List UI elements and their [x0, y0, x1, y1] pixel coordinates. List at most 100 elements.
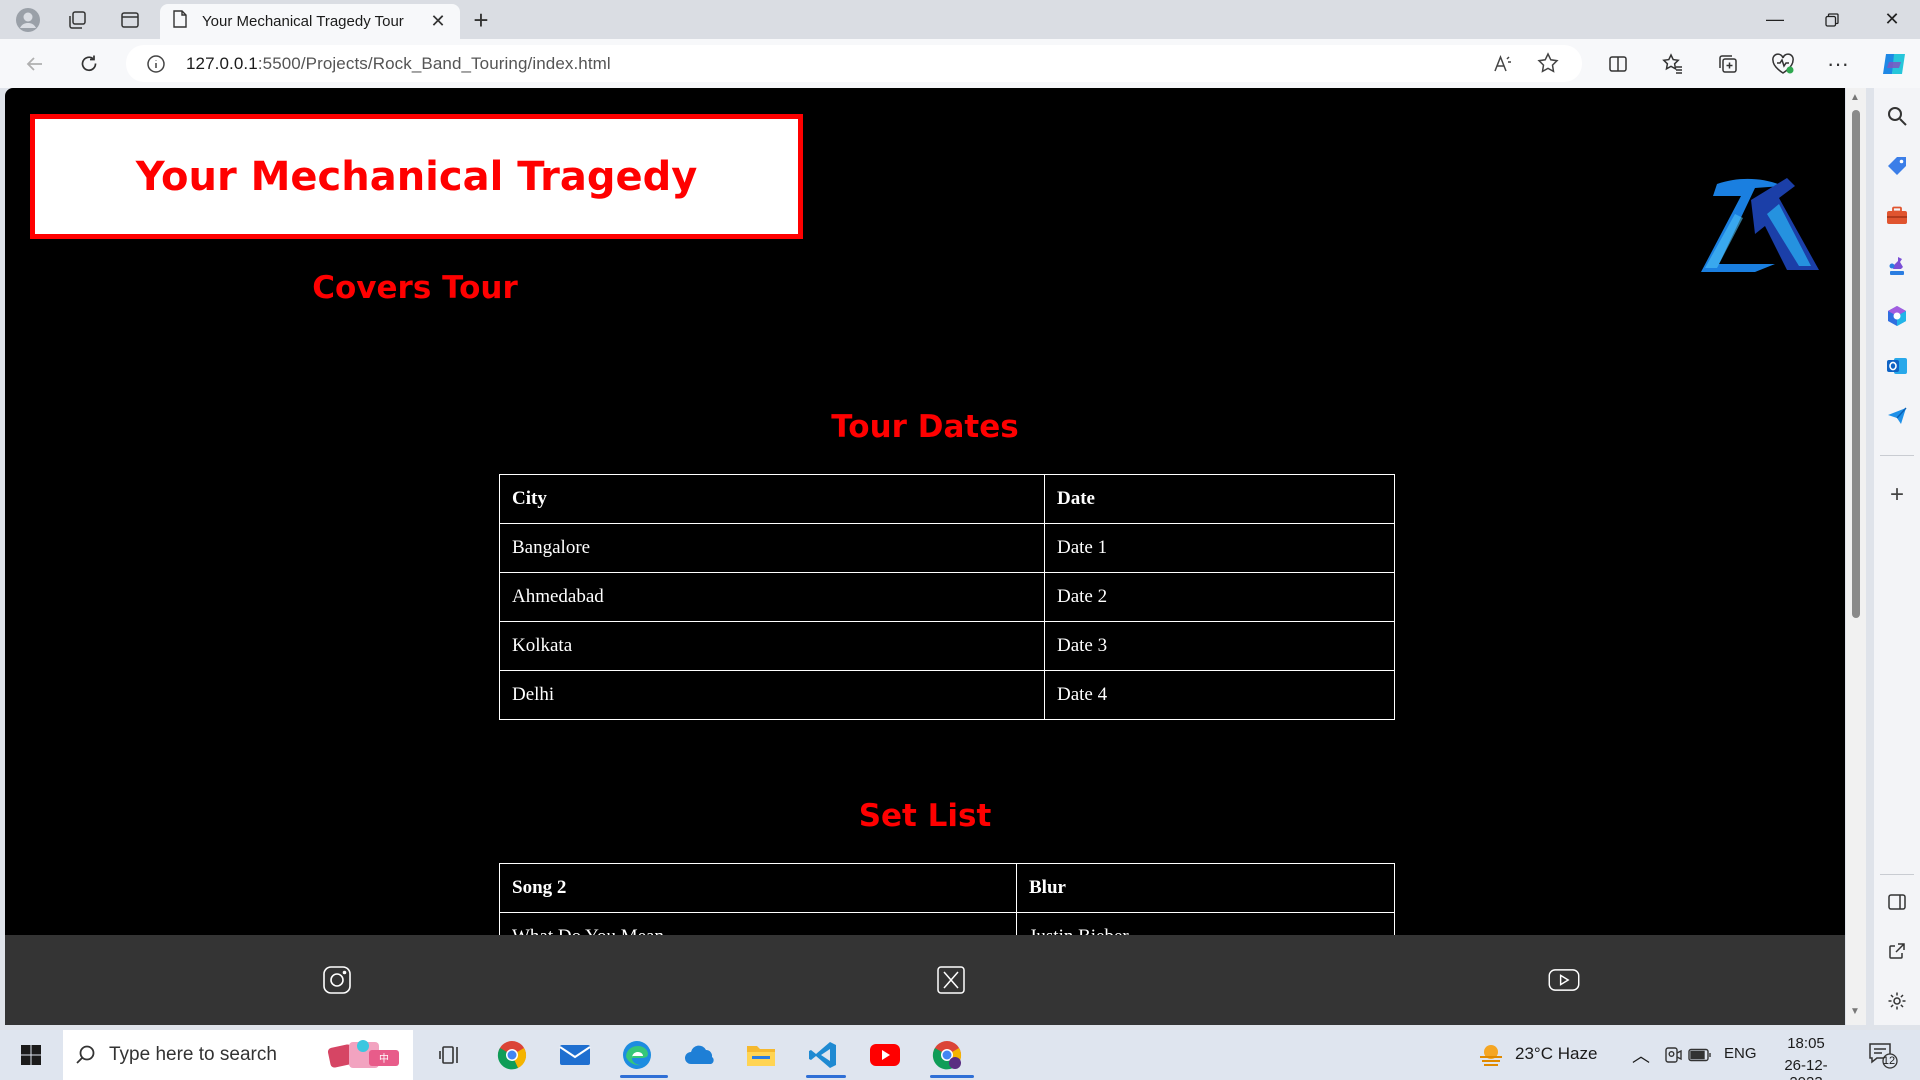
open-external-icon[interactable]: [1883, 937, 1911, 965]
read-aloud-icon[interactable]: [1492, 53, 1514, 80]
table-cell: Ahmedabad: [499, 572, 1045, 622]
close-window-button[interactable]: ✕: [1864, 0, 1920, 39]
table-cell: Bangalore: [499, 523, 1045, 573]
refresh-icon[interactable]: [72, 47, 106, 81]
band-logo-icon: [1695, 174, 1825, 276]
windows-taskbar: Type here to search 中 23°C Haze ︿ ENG 18…: [0, 1030, 1920, 1080]
table-cell: Date 4: [1044, 670, 1395, 720]
table-header-row: Song 2 Blur: [499, 863, 1395, 913]
band-name-header: Your Mechanical Tragedy: [30, 114, 803, 239]
web-page: Your Mechanical Tragedy Covers Tour Tour…: [5, 88, 1845, 1025]
weather-text[interactable]: 23°C Haze: [1515, 1044, 1597, 1064]
shopping-tag-icon[interactable]: [1883, 152, 1911, 180]
mail-icon[interactable]: [558, 1039, 592, 1071]
add-sidebar-app-icon[interactable]: +: [1883, 481, 1911, 509]
table-cell: Date 1: [1044, 523, 1395, 573]
close-tab-icon[interactable]: ✕: [428, 11, 448, 32]
scroll-up-icon[interactable]: ▲: [1850, 92, 1860, 103]
set-list-title: Set List: [858, 798, 992, 834]
table-row: Ahmedabad Date 2: [499, 572, 1395, 622]
notification-count: 12: [1882, 1055, 1896, 1067]
search-highlight-icon[interactable]: 中: [323, 1036, 407, 1079]
hide-sidebar-icon[interactable]: [1883, 888, 1911, 916]
url-host: 127.0.0.1: [186, 54, 258, 73]
table-header-cell: Date: [1044, 474, 1395, 524]
settings-gear-icon[interactable]: [1883, 987, 1911, 1015]
youtube-icon[interactable]: [1548, 964, 1580, 996]
site-info-icon[interactable]: [146, 54, 166, 79]
language-indicator[interactable]: ENG: [1724, 1045, 1757, 1062]
edge-icon[interactable]: [620, 1039, 654, 1071]
split-screen-icon[interactable]: [1601, 47, 1635, 81]
table-header-cell: City: [499, 474, 1045, 524]
tour-dates-title: Tour Dates: [831, 409, 1019, 445]
scroll-down-icon[interactable]: ▼: [1850, 1006, 1860, 1017]
weather-haze-icon[interactable]: [1474, 1039, 1508, 1071]
band-name: Your Mechanical Tragedy: [135, 153, 698, 200]
navigation-bar: 127.0.0.1:5500/Projects/Rock_Band_Tourin…: [0, 39, 1920, 88]
microsoft-365-icon[interactable]: [1883, 302, 1911, 330]
favorite-star-icon[interactable]: [1537, 52, 1559, 79]
search-icon: [75, 1044, 97, 1071]
search-placeholder: Type here to search: [109, 1044, 277, 1065]
instagram-icon[interactable]: [321, 964, 353, 996]
svg-text:中: 中: [379, 1052, 389, 1065]
youtube-app-icon[interactable]: [868, 1039, 902, 1071]
minimize-button[interactable]: —: [1747, 0, 1803, 39]
copilot-icon[interactable]: [1877, 47, 1911, 81]
more-options-icon[interactable]: ···: [1821, 47, 1855, 81]
vscode-icon[interactable]: [806, 1039, 840, 1071]
taskbar-search-box[interactable]: Type here to search 中: [63, 1030, 413, 1080]
collections-icon[interactable]: [1711, 47, 1745, 81]
chrome-profile-icon[interactable]: [930, 1039, 964, 1071]
tab-active[interactable]: Your Mechanical Tragedy Tour ✕: [160, 4, 460, 39]
task-view-icon[interactable]: [434, 1039, 468, 1071]
send-drop-icon[interactable]: [1883, 402, 1911, 430]
clock-date[interactable]: 26-12-2023: [1768, 1057, 1844, 1080]
browser-essentials-icon[interactable]: [1766, 47, 1800, 81]
table-header-row: City Date: [499, 474, 1395, 524]
page-footer: [5, 935, 1845, 1025]
battery-icon[interactable]: [1683, 1039, 1717, 1071]
screen: Your Mechanical Tragedy Tour ✕ + — ✕ 127…: [0, 0, 1920, 1080]
running-app-indicator: [930, 1075, 974, 1078]
table-cell: Date 2: [1044, 572, 1395, 622]
outlook-icon[interactable]: [1883, 352, 1911, 380]
url-path: :5500/Projects/Rock_Band_Touring/index.h…: [257, 54, 611, 73]
table-header-cell: Blur: [1016, 863, 1395, 913]
tab-title: Your Mechanical Tragedy Tour: [202, 13, 404, 30]
table-cell: Kolkata: [499, 621, 1045, 671]
table-row: Delhi Date 4: [499, 670, 1395, 720]
active-app-indicator: [620, 1075, 668, 1078]
games-chess-icon[interactable]: [1883, 252, 1911, 280]
back-icon[interactable]: [18, 47, 52, 81]
scroll-thumb[interactable]: [1852, 110, 1860, 618]
tools-briefcase-icon[interactable]: [1883, 202, 1911, 230]
clock-time[interactable]: 18:05: [1770, 1035, 1842, 1052]
address-bar[interactable]: 127.0.0.1:5500/Projects/Rock_Band_Tourin…: [126, 45, 1582, 82]
table-cell: Date 3: [1044, 621, 1395, 671]
tour-dates-table: City Date Bangalore Date 1 Ahmedabad Dat…: [499, 474, 1395, 720]
new-tab-button[interactable]: +: [466, 5, 496, 35]
table-header-cell: Song 2: [499, 863, 1017, 913]
restore-button[interactable]: [1804, 0, 1860, 39]
workspaces-icon[interactable]: [60, 5, 94, 35]
show-hidden-icons-icon[interactable]: ︿: [1632, 1042, 1650, 1068]
search-icon[interactable]: [1883, 102, 1911, 130]
running-app-indicator: [806, 1075, 846, 1078]
table-cell: Delhi: [499, 670, 1045, 720]
table-row: Bangalore Date 1: [499, 523, 1395, 573]
edge-sidebar: +: [1874, 88, 1920, 1025]
x-twitter-icon[interactable]: [935, 964, 967, 996]
favorites-icon[interactable]: [1656, 47, 1690, 81]
tour-subtitle: Covers Tour: [312, 270, 518, 306]
url-text[interactable]: 127.0.0.1:5500/Projects/Rock_Band_Tourin…: [186, 54, 611, 74]
file-explorer-icon[interactable]: [744, 1039, 778, 1071]
page-scrollbar[interactable]: ▲ ▼: [1846, 88, 1866, 1025]
vertical-tabs-icon[interactable]: [113, 5, 147, 35]
profile-icon[interactable]: [11, 5, 45, 35]
windows-start-icon[interactable]: [14, 1039, 48, 1071]
chrome-icon[interactable]: [495, 1039, 529, 1071]
sidebar-divider: [1880, 455, 1914, 456]
onedrive-icon[interactable]: [682, 1039, 716, 1071]
